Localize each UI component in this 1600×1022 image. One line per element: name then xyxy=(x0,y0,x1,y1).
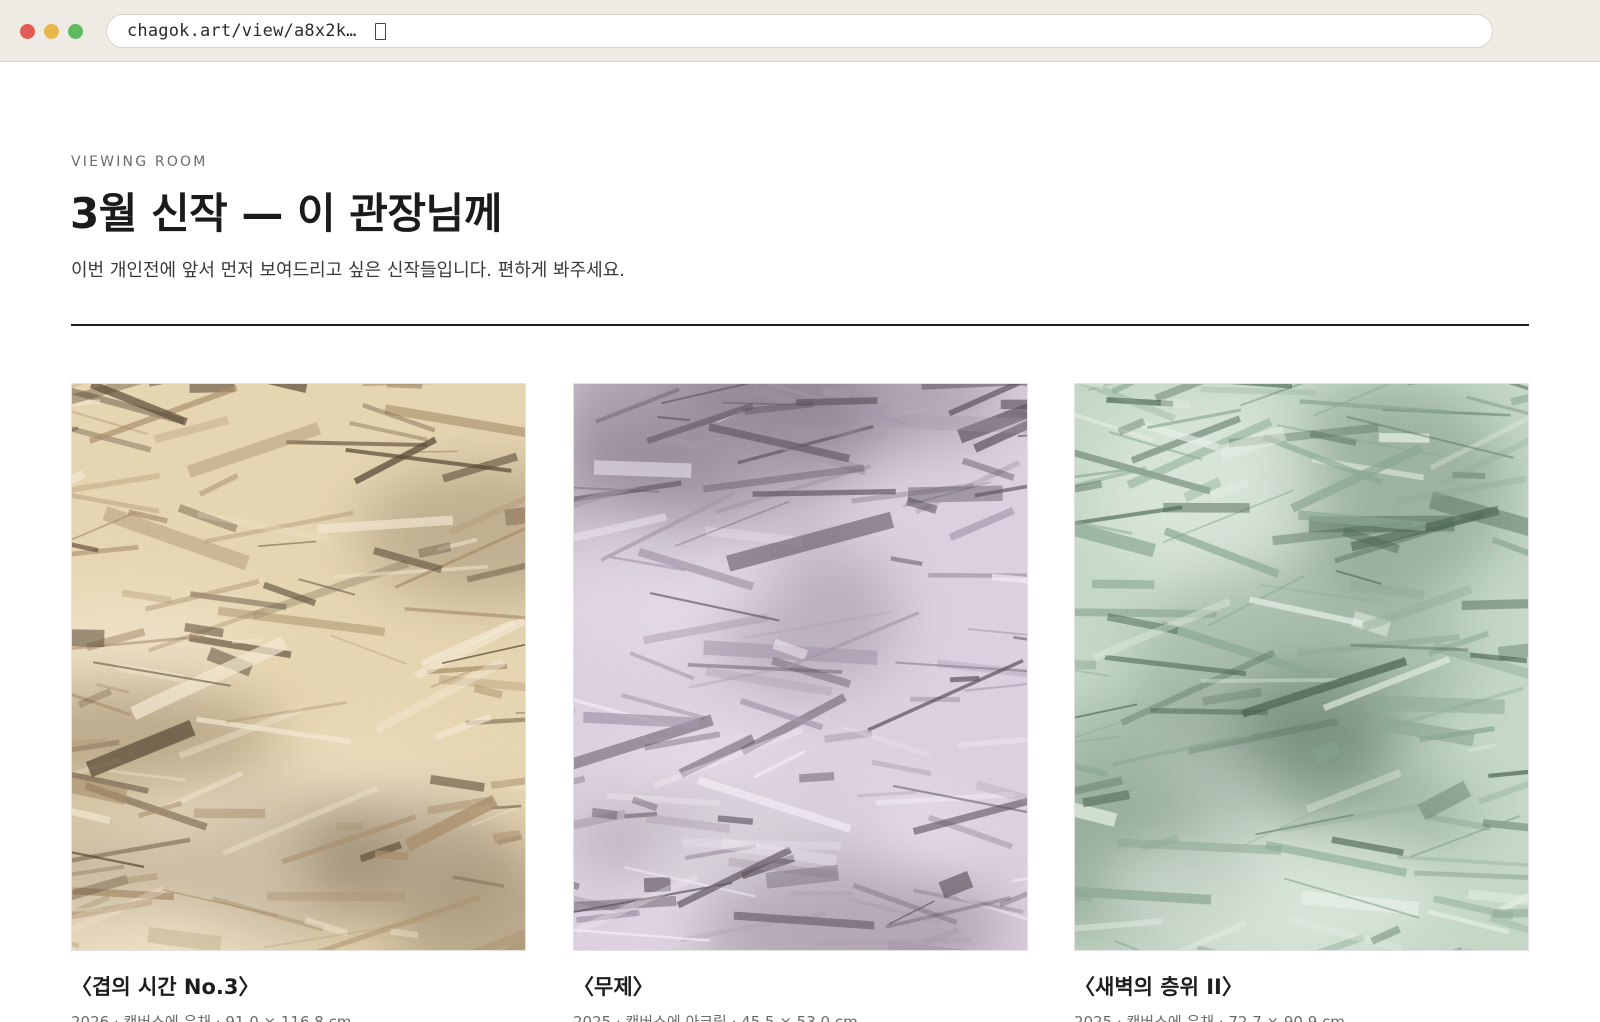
brush-stroke xyxy=(336,822,364,831)
artwork-painting xyxy=(574,384,1027,950)
browser-toolbar: chagok.art/view/a8x2k… xyxy=(0,0,1600,62)
artwork-title[interactable]: 〈새벽의 층위 II〉 xyxy=(1074,971,1529,1001)
brush-stroke xyxy=(72,628,105,647)
artwork-card[interactable]: 〈무제〉 2025 · 캔버스에 아크릴 · 45.5 × 53.0 cm xyxy=(573,383,1028,1022)
brush-stroke xyxy=(1091,579,1155,589)
url-text[interactable]: chagok.art/view/a8x2k… xyxy=(127,21,357,41)
artwork-painting xyxy=(72,384,525,950)
brush-stroke xyxy=(791,890,852,896)
brush-stroke xyxy=(515,711,525,714)
section-eyebrow: VIEWING ROOM xyxy=(71,154,208,170)
page-title: 3월 신작 — 이 관장님께 xyxy=(70,189,502,238)
brush-stroke xyxy=(267,891,406,902)
artwork-image[interactable] xyxy=(573,383,1028,951)
brush-stroke xyxy=(193,808,266,819)
brush-stroke xyxy=(910,696,960,703)
artwork-meta: 2025 · 캔버스에 아크릴 · 45.5 × 53.0 cm xyxy=(573,1013,858,1022)
maximize-window-button[interactable] xyxy=(68,24,83,39)
address-bar[interactable]: chagok.art/view/a8x2k… xyxy=(106,14,1493,48)
close-window-button[interactable] xyxy=(20,24,35,39)
artwork-card[interactable]: 〈겹의 시간 No.3〉 2026 · 캔버스에 유채 · 91.0 × 116… xyxy=(71,383,526,1022)
artwork-card[interactable]: 〈새벽의 층위 II〉 2025 · 캔버스에 유채 · 72.7 × 90.9… xyxy=(1074,383,1529,1022)
page-subtitle: 이번 개인전에 앞서 먼저 보여드리고 싶은 신작들입니다. 편하게 봐주세요. xyxy=(71,260,626,281)
header-divider xyxy=(71,324,1529,326)
brush-stroke xyxy=(1163,502,1250,513)
artwork-meta: 2026 · 캔버스에 유채 · 91.0 × 116.8 cm xyxy=(71,1013,352,1022)
artwork-title[interactable]: 〈무제〉 xyxy=(573,971,1028,1001)
artwork-image[interactable] xyxy=(1074,383,1529,951)
artwork-title[interactable]: 〈겹의 시간 No.3〉 xyxy=(71,971,526,1001)
minimize-window-button[interactable] xyxy=(44,24,59,39)
artwork-image[interactable] xyxy=(71,383,526,951)
artwork-meta: 2025 · 캔버스에 유채 · 72.7 × 90.9 cm xyxy=(1074,1013,1345,1022)
copy-link-icon[interactable] xyxy=(374,22,386,40)
artwork-painting xyxy=(1075,384,1528,950)
